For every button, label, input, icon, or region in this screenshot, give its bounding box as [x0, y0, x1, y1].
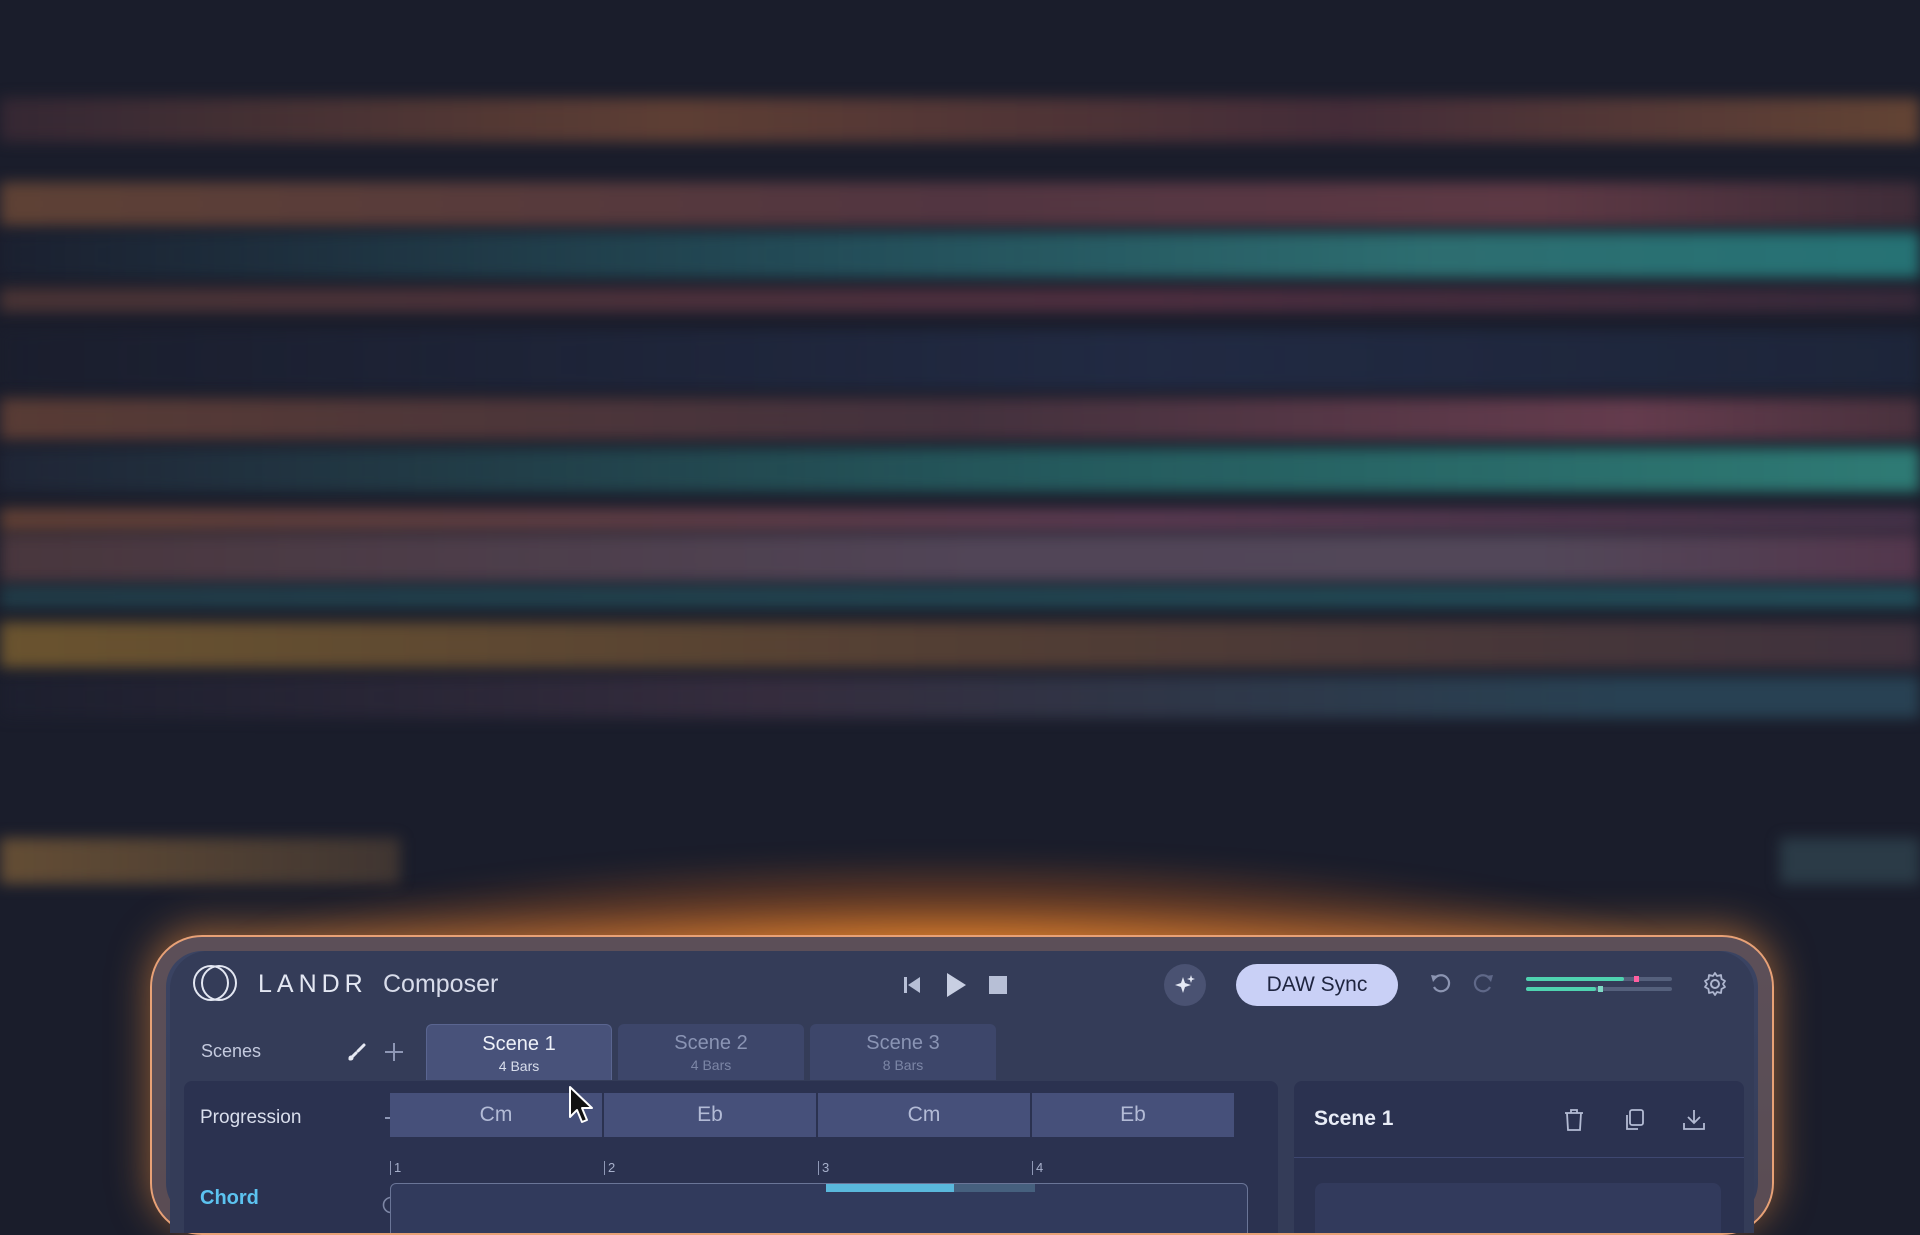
daw-sync-button[interactable]: DAW Sync [1236, 964, 1398, 1006]
product-name: Composer [383, 970, 499, 998]
scene-tab-bars: 4 Bars [498, 1058, 540, 1074]
scene-tab-name: Scene 1 [482, 1033, 556, 1055]
skip-back-icon [904, 977, 920, 993]
meter-peak [1634, 976, 1640, 982]
stop-icon [989, 976, 1007, 994]
ai-assist-button[interactable] [1164, 964, 1206, 1006]
output-level-meter-right [1526, 986, 1672, 992]
scene-tab-3[interactable]: Scene 3 8 Bars [810, 1024, 996, 1080]
sparkle-icon [1175, 975, 1195, 993]
play-icon [947, 973, 966, 997]
skip-back-button[interactable] [898, 971, 926, 999]
chord-region[interactable] [826, 1184, 1035, 1192]
delete-scene-button[interactable] [1560, 1106, 1588, 1134]
scene-detail-card [1315, 1183, 1721, 1233]
meter-peak [1597, 986, 1603, 992]
app-header: LANDR Composer DAW Sync [170, 951, 1754, 1009]
scene-tab-bars: 4 Bars [690, 1057, 732, 1073]
copy-icon [1626, 1109, 1644, 1130]
scene-tab-bars: 8 Bars [882, 1057, 924, 1073]
composer-app: LANDR Composer DAW Sync Scenes Scene 1 4… [170, 951, 1754, 1233]
scene-tab-name: Scene 2 [674, 1032, 748, 1054]
bar-number: 4 [1032, 1161, 1043, 1175]
settings-button[interactable] [1700, 969, 1730, 999]
scene-tab-2[interactable]: Scene 2 4 Bars [618, 1024, 804, 1080]
output-level-meter-left [1526, 976, 1672, 982]
redo-button[interactable] [1468, 969, 1498, 999]
chord-cell[interactable]: Eb [1032, 1093, 1234, 1137]
mouse-cursor-icon [569, 1086, 593, 1123]
bar-number: 1 [390, 1161, 401, 1175]
meter-fill [1526, 987, 1597, 991]
duplicate-scene-button[interactable] [1620, 1106, 1648, 1134]
chord-region-highlight [826, 1184, 954, 1192]
chord-cell[interactable]: Cm [818, 1093, 1030, 1137]
undo-button[interactable] [1426, 969, 1456, 999]
side-panel-title: Scene 1 [1314, 1107, 1394, 1130]
bar-number: 2 [604, 1161, 615, 1175]
plus-icon [385, 1043, 403, 1061]
bar-number: 3 [818, 1161, 829, 1175]
scene-link-icon [348, 1043, 366, 1061]
scenes-label: Scenes [201, 1041, 262, 1061]
trash-icon [1565, 1109, 1583, 1131]
stop-button[interactable] [984, 971, 1012, 999]
play-button[interactable] [940, 969, 972, 1001]
add-scene-button[interactable] [382, 1040, 406, 1064]
download-icon [1683, 1110, 1705, 1130]
redo-icon [1473, 974, 1493, 993]
brand-name: LANDR [258, 970, 368, 998]
scene-tab-1[interactable]: Scene 1 4 Bars [426, 1024, 612, 1080]
export-scene-button[interactable] [1680, 1106, 1708, 1134]
landr-logo-icon [193, 965, 237, 1001]
chord-cell[interactable]: Eb [604, 1093, 816, 1137]
undo-icon [1431, 974, 1451, 993]
bar-ruler: 1 2 3 4 [390, 1161, 1246, 1175]
edit-scenes-button[interactable] [346, 1041, 368, 1063]
progression-label: Progression [200, 1107, 302, 1128]
app-window: LANDR Composer DAW Sync Scenes Scene 1 4… [150, 935, 1774, 1235]
divider [1294, 1157, 1744, 1158]
meter-fill [1526, 977, 1624, 981]
chord-track-lane[interactable] [390, 1183, 1248, 1233]
track-label-chord: Chord [200, 1187, 259, 1209]
scene-tab-name: Scene 3 [866, 1032, 940, 1054]
gear-icon [1704, 972, 1726, 996]
